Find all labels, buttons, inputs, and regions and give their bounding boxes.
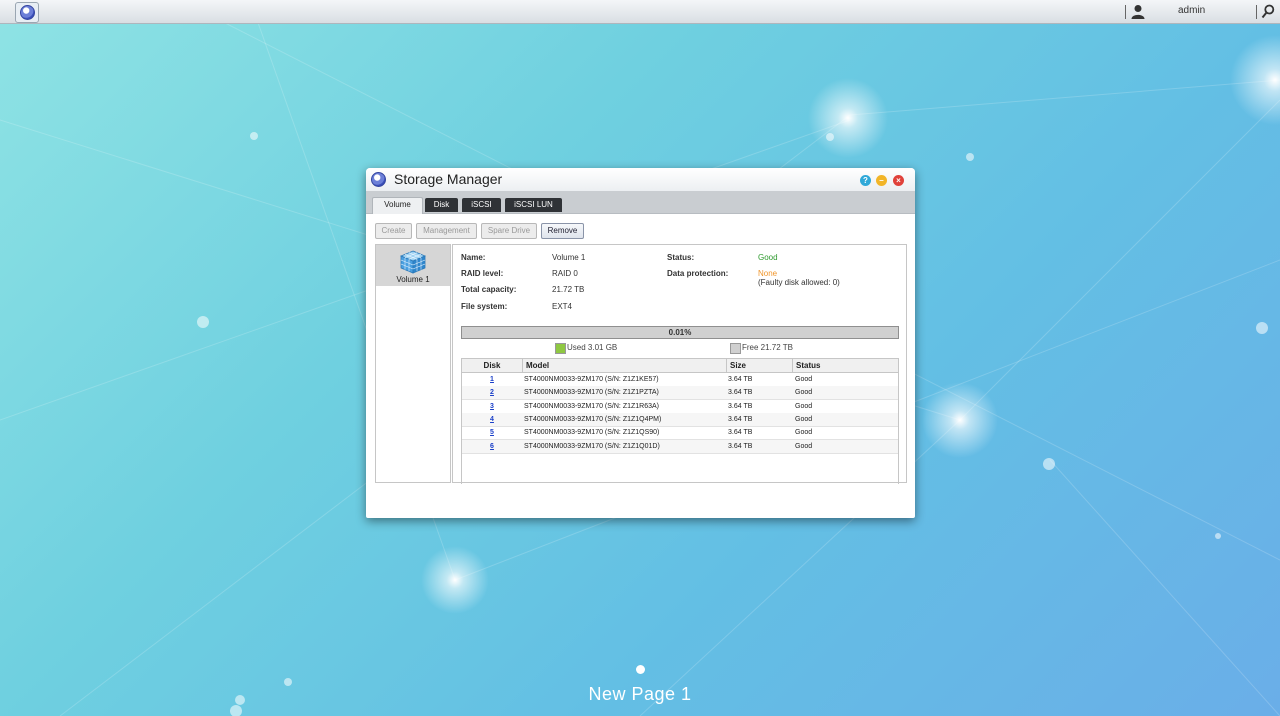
name-label: Name: — [461, 253, 486, 262]
disk-number-link[interactable]: 5 — [462, 426, 522, 439]
col-disk[interactable]: Disk — [462, 359, 523, 372]
disk-number-link[interactable]: 6 — [462, 440, 522, 453]
disk-model: ST4000NM0033-9ZM170 (S/N: Z1Z1KE57) — [524, 376, 659, 383]
table-row[interactable]: 1 ST4000NM0033-9ZM170 (S/N: Z1Z1KE57) 3.64… — [462, 373, 898, 387]
tab-volume[interactable]: Volume — [372, 197, 423, 214]
disk-status: Good — [795, 402, 813, 410]
disk-status: Good — [795, 415, 813, 423]
cube-icon — [400, 250, 426, 274]
volume-list: Volume 1 — [375, 244, 451, 483]
window-titlebar[interactable]: Storage Manager ? – × — [366, 168, 915, 191]
volume-details: Name: Volume 1 RAID level: RAID 0 Total … — [452, 244, 907, 484]
tab-bar: Volume Disk iSCSI iSCSI LUN — [366, 191, 915, 214]
data-protection-value: None — [758, 269, 778, 278]
disk-model: ST4000NM0033-9ZM170 (S/N: Z1Z1R63A) — [524, 402, 659, 410]
create-button[interactable]: Create — [375, 223, 412, 239]
storage-manager-window: Storage Manager ? – × Volume Disk iSCSI … — [366, 168, 915, 518]
disk-number-link[interactable]: 1 — [462, 373, 522, 386]
total-capacity-value: 21.72 TB — [552, 285, 585, 294]
disk-size: 3.64 TB — [728, 402, 753, 410]
tab-disk[interactable]: Disk — [425, 198, 458, 212]
col-model[interactable]: Model — [522, 359, 727, 372]
taskbar: admin — [0, 0, 1280, 24]
usage-percent: 0.01% — [668, 328, 692, 337]
disk-size: 3.64 TB — [728, 415, 753, 423]
name-value: Volume 1 — [552, 253, 586, 262]
disk-size: 3.64 TB — [728, 376, 753, 383]
disk-table: Disk Model Size Status 1 ST4000NM0033-9ZM… — [461, 358, 899, 484]
table-row[interactable]: 2 ST4000NM0033-9ZM170 (S/N: Z1Z1PZTA) 3.64… — [462, 386, 898, 401]
table-row[interactable]: 3 ST4000NM0033-9ZM170 (S/N: Z1Z1R63A) 3.64… — [462, 400, 898, 414]
tab-iscsi[interactable]: iSCSI — [462, 198, 501, 212]
help-button[interactable]: ? — [860, 175, 871, 186]
main-menu-button[interactable] — [15, 2, 39, 23]
disk-status: Good — [795, 376, 813, 383]
page-label: New Page 1 — [588, 684, 692, 704]
raid-level-label: RAID level: — [461, 269, 504, 278]
total-capacity-label: Total capacity: — [461, 285, 517, 294]
remove-button[interactable]: Remove — [541, 223, 584, 239]
disk-size: 3.64 TB — [728, 429, 753, 437]
disk-number-link[interactable]: 4 — [462, 413, 522, 426]
table-row[interactable]: 5 ST4000NM0033-9ZM170 (S/N: Z1Z1QS90) 3.64… — [462, 426, 898, 441]
disk-model: ST4000NM0033-9ZM170 (S/N: Z1Z1PZTA) — [524, 389, 659, 397]
page-indicator-dot[interactable] — [636, 665, 645, 674]
col-size[interactable]: Size — [726, 359, 793, 372]
user-icon[interactable] — [1131, 4, 1145, 19]
tab-iscsi-lun[interactable]: iSCSI LUN — [505, 198, 562, 212]
disk-number-link[interactable]: 2 — [462, 386, 522, 399]
status-value: Good — [758, 253, 778, 262]
free-label: Free 21.72 TB — [742, 343, 793, 352]
disk-model: ST4000NM0033-9ZM170 (S/N: Z1Z1Q01D) — [524, 442, 660, 450]
disk-status: Good — [795, 442, 813, 450]
used-swatch — [555, 343, 566, 354]
file-system-label: File system: — [461, 302, 508, 311]
table-row[interactable]: 6 ST4000NM0033-9ZM170 (S/N: Z1Z1Q01D) 3.64… — [462, 439, 898, 454]
taskbar-divider — [1125, 5, 1126, 19]
faulty-disk-note: (Faulty disk allowed: 0) — [758, 278, 840, 287]
minimize-button[interactable]: – — [876, 175, 887, 186]
disk-size: 3.64 TB — [728, 389, 753, 397]
disk-table-header: Disk Model Size Status — [462, 359, 898, 373]
taskbar-divider — [1256, 5, 1257, 19]
data-protection-label: Data protection: — [667, 269, 729, 278]
status-label: Status: — [667, 253, 695, 262]
file-system-value: EXT4 — [552, 302, 573, 311]
free-swatch — [730, 343, 741, 354]
raid-level-value: RAID 0 — [552, 269, 578, 278]
volume-list-label: Volume 1 — [396, 275, 430, 284]
disk-model: ST4000NM0033-9ZM170 (S/N: Z1Z1Q4PM) — [524, 415, 662, 423]
management-button[interactable]: Management — [416, 223, 477, 239]
search-icon[interactable] — [1261, 4, 1275, 19]
spare-drive-button[interactable]: Spare Drive — [481, 223, 537, 239]
used-label: Used 3.01 GB — [567, 343, 618, 352]
close-button[interactable]: × — [893, 175, 904, 186]
storage-app-icon — [371, 172, 386, 187]
disk-number-link[interactable]: 3 — [462, 400, 522, 413]
col-status[interactable]: Status — [792, 359, 898, 372]
storage-app-icon — [19, 5, 35, 20]
username-label[interactable]: admin — [1178, 5, 1205, 16]
volume-list-item[interactable]: Volume 1 — [376, 245, 450, 286]
disk-status: Good — [795, 429, 813, 437]
window-title: Storage Manager — [394, 171, 503, 187]
disk-model: ST4000NM0033-9ZM170 (S/N: Z1Z1QS90) — [524, 429, 660, 437]
disk-status: Good — [795, 389, 813, 397]
disk-size: 3.64 TB — [728, 442, 753, 450]
usage-bar: 0.01% — [461, 326, 899, 339]
table-row[interactable]: 4 ST4000NM0033-9ZM170 (S/N: Z1Z1Q4PM) 3.64… — [462, 412, 898, 427]
